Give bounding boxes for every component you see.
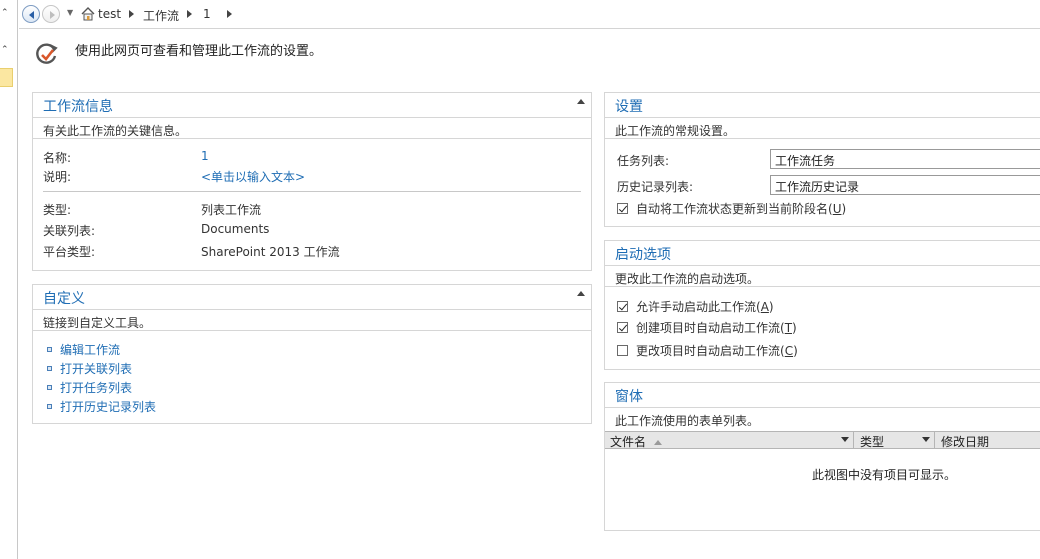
settings-title: 设置 [615, 99, 643, 115]
associated-list-label: 关联列表: [43, 224, 96, 238]
checkbox-checked-icon[interactable] [617, 301, 628, 312]
forms-subtitle: 此工作流使用的表单列表。 [605, 407, 1040, 429]
dropdown-icon[interactable] [841, 437, 849, 442]
breadcrumb-bar: ▼ test 工作流 1 [19, 0, 1040, 29]
allow-manual-start-checkbox[interactable]: 允许手动启动此工作流(A) [617, 298, 774, 315]
settings-subtitle: 此工作流的常规设置。 [605, 117, 1040, 139]
startup-options-subtitle: 更改此工作流的启动选项。 [605, 265, 1040, 287]
name-label: 名称: [43, 151, 72, 165]
history-dropdown-icon[interactable]: ▼ [67, 8, 73, 17]
startup-options-title: 启动选项 [615, 247, 671, 263]
home-icon[interactable] [80, 6, 96, 22]
checkbox-unchecked-icon[interactable] [617, 345, 628, 356]
open-associated-list-link[interactable]: 打开关联列表 [47, 360, 132, 377]
platform-type-label: 平台类型: [43, 245, 96, 259]
chevron-up-icon[interactable]: ⌃ [1, 45, 9, 55]
forms-title: 窗体 [615, 389, 643, 405]
empty-list-message: 此视图中没有项目可显示。 [812, 468, 957, 482]
type-value: 列表工作流 [201, 203, 262, 217]
edit-workflow-link[interactable]: 编辑工作流 [47, 341, 120, 358]
bullet-icon [47, 404, 52, 409]
back-button[interactable] [22, 5, 40, 23]
column-type[interactable]: 类型 [855, 432, 935, 449]
bullet-icon [47, 366, 52, 371]
bullet-icon [47, 385, 52, 390]
start-on-change-checkbox[interactable]: 更改项目时自动启动工作流(C) [617, 342, 798, 359]
checkbox-checked-icon[interactable] [617, 322, 628, 333]
name-value[interactable]: 1 [201, 149, 209, 163]
breadcrumb-item-test[interactable]: test [98, 7, 121, 21]
open-associated-list-label: 打开关联列表 [60, 362, 133, 376]
forms-panel: 窗体 此工作流使用的表单列表。 文件名 类型 修改日期 此视图中没有项目可显示。 [604, 382, 1040, 531]
breadcrumb-separator-icon [129, 10, 134, 18]
column-filename[interactable]: 文件名 [605, 432, 854, 449]
customization-title: 自定义 [43, 291, 85, 307]
edit-workflow-label: 编辑工作流 [60, 343, 121, 357]
page-description: 使用此网页可查看和管理此工作流的设置。 [75, 44, 323, 59]
open-history-list-label: 打开历史记录列表 [60, 400, 157, 414]
bullet-icon [47, 347, 52, 352]
arrow-left-icon [29, 11, 34, 19]
sort-ascending-icon [654, 440, 663, 445]
chevron-up-icon[interactable]: ⌃ [1, 8, 9, 18]
breadcrumb-separator-icon [187, 10, 192, 18]
forward-button[interactable] [42, 5, 60, 23]
task-list-label: 任务列表: [617, 154, 670, 168]
customization-panel: 自定义 链接到自定义工具。 编辑工作流 打开关联列表 打开任务列表 打开历史记录… [32, 284, 592, 424]
platform-type-value: SharePoint 2013 工作流 [201, 245, 340, 259]
collapse-icon[interactable] [577, 291, 585, 296]
workflow-info-title: 工作流信息 [43, 99, 113, 115]
left-navigation-strip: ⌃ ⌃ [0, 0, 18, 559]
collapse-icon[interactable] [577, 99, 585, 104]
column-modified[interactable]: 修改日期 [936, 432, 1040, 449]
auto-update-stage-checkbox[interactable]: 自动将工作流状态更新到当前阶段名(U) [617, 200, 846, 217]
breadcrumb-item-current[interactable]: 1 [203, 7, 211, 21]
workflow-info-subtitle: 有关此工作流的关键信息。 [33, 117, 591, 139]
open-history-list-link[interactable]: 打开历史记录列表 [47, 398, 156, 415]
breadcrumb-separator-icon[interactable] [227, 10, 232, 18]
startup-options-panel: 启动选项 更改此工作流的启动选项。 允许手动启动此工作流(A) 创建项目时自动启… [604, 240, 1040, 370]
task-list-field[interactable]: 工作流任务 [770, 149, 1040, 169]
settings-panel: 设置 此工作流的常规设置。 任务列表: 工作流任务 历史记录列表: 工作流历史记… [604, 92, 1040, 227]
dropdown-icon[interactable] [922, 437, 930, 442]
history-list-field[interactable]: 工作流历史记录 [770, 175, 1040, 195]
checkbox-checked-icon[interactable] [617, 203, 628, 214]
selected-nav-item[interactable] [0, 68, 13, 87]
description-label: 说明: [43, 170, 72, 184]
start-on-create-checkbox[interactable]: 创建项目时自动启动工作流(T) [617, 319, 797, 336]
open-task-list-label: 打开任务列表 [60, 381, 133, 395]
forms-list-header: 文件名 类型 修改日期 [605, 431, 1040, 449]
customization-subtitle: 链接到自定义工具。 [33, 309, 591, 331]
associated-list-value: Documents [201, 222, 270, 236]
open-task-list-link[interactable]: 打开任务列表 [47, 379, 132, 396]
history-list-label: 历史记录列表: [617, 180, 694, 194]
workflow-info-panel: 工作流信息 有关此工作流的关键信息。 名称: 1 说明: <单击以输入文本> 类… [32, 92, 592, 271]
workflow-settings-icon [36, 43, 58, 64]
arrow-right-icon [50, 11, 55, 19]
breadcrumb-item-workflow[interactable]: 工作流 [143, 7, 179, 24]
type-label: 类型: [43, 203, 72, 217]
description-value[interactable]: <单击以输入文本> [201, 168, 305, 185]
divider [43, 191, 581, 192]
